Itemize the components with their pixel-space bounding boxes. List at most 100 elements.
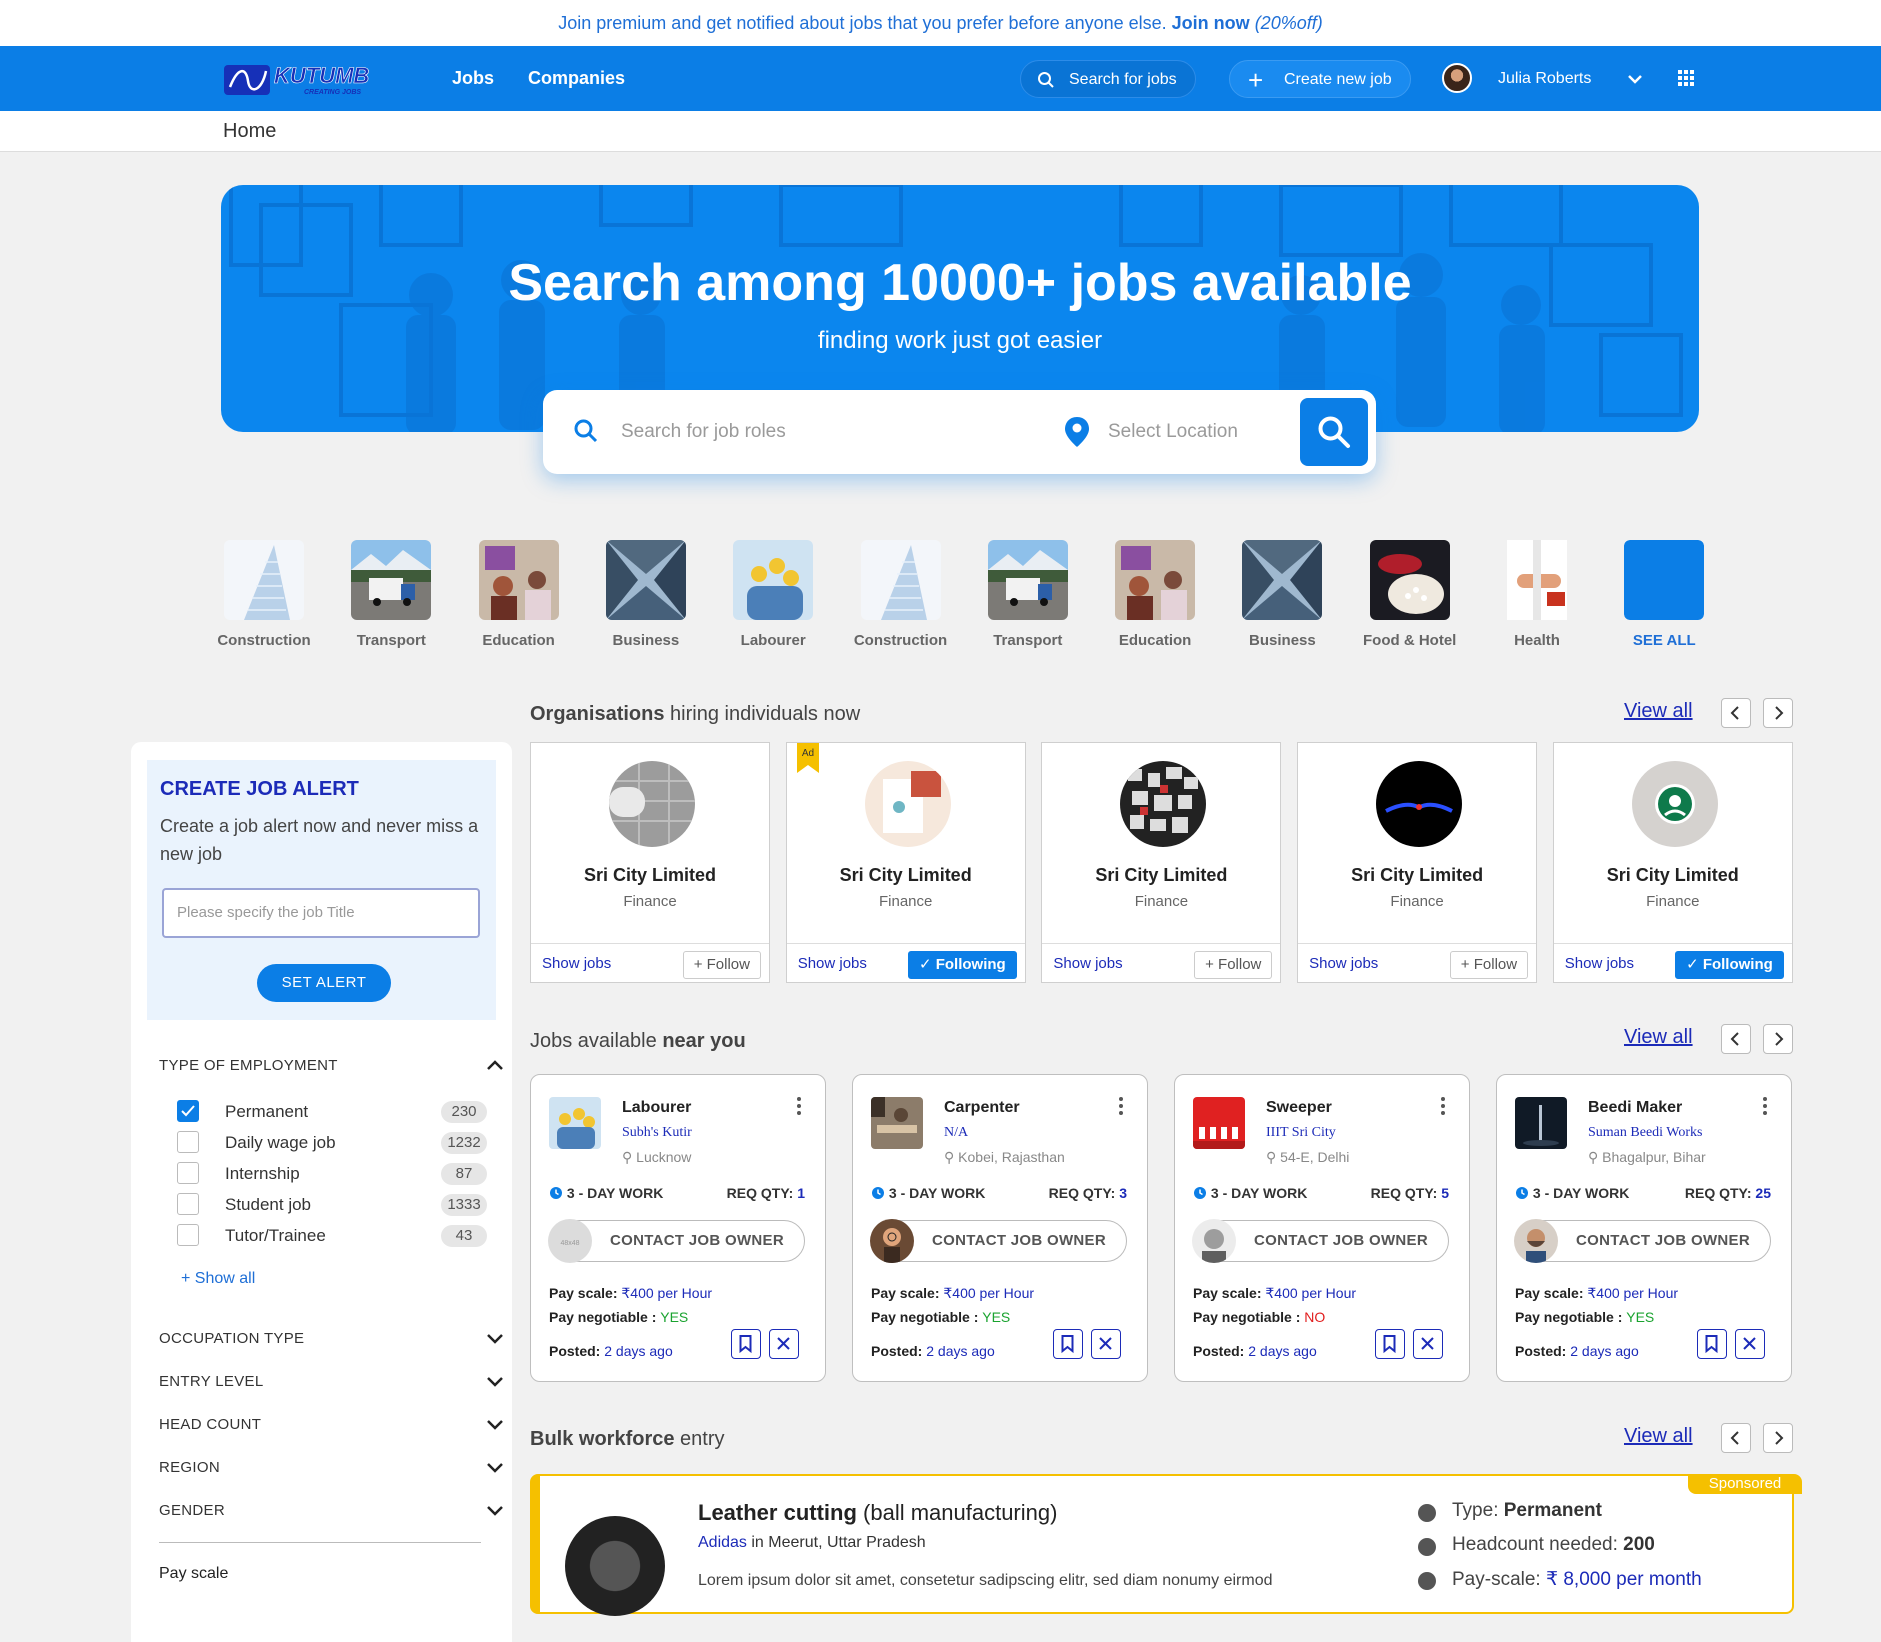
category-food-hotel[interactable]: Food & Hotel <box>1363 540 1456 649</box>
job-company[interactable]: Subh's Kutir <box>622 1125 692 1141</box>
checkbox[interactable] <box>177 1131 199 1153</box>
contact-owner-button[interactable]: CONTACT JOB OWNER <box>1514 1219 1771 1263</box>
chevron-up-icon[interactable] <box>485 1055 505 1075</box>
bookmark-button[interactable] <box>1697 1329 1727 1359</box>
filter-head-count[interactable]: HEAD COUNT <box>159 1416 503 1433</box>
dismiss-button[interactable] <box>1735 1329 1765 1359</box>
category-transport[interactable]: Transport <box>987 540 1068 649</box>
nav-jobs-link[interactable]: Jobs <box>452 46 494 111</box>
employment-filter-header[interactable]: TYPE OF EMPLOYMENT <box>159 1057 503 1074</box>
brand-logo[interactable]: KUTUMB CREATING JOBS <box>224 61 398 97</box>
job-title[interactable]: Beedi Maker <box>1588 1099 1682 1117</box>
category-education[interactable]: Education <box>478 540 559 649</box>
category-construction[interactable]: Construction <box>854 540 947 649</box>
orgs-next-button[interactable] <box>1763 698 1793 728</box>
job-card[interactable]: Carpenter N/A ⚲ Kobei, Rajasthan 3 - DAY W… <box>852 1074 1148 1382</box>
job-company[interactable]: Suman Beedi Works <box>1588 1125 1703 1141</box>
follow-button[interactable]: + Follow <box>1449 951 1529 979</box>
filter-occupation-type[interactable]: OCCUPATION TYPE <box>159 1330 503 1347</box>
breadcrumb[interactable]: Home <box>223 111 276 151</box>
set-alert-button[interactable]: SET ALERT <box>257 964 391 1002</box>
more-options-icon[interactable] <box>1119 1097 1123 1115</box>
app-grid-icon[interactable] <box>1678 70 1694 86</box>
chevron-down-icon[interactable] <box>485 1414 505 1434</box>
org-card[interactable]: Ad Sri City Limited Finance Show jobs ✓ Foll… <box>785 742 1026 983</box>
job-title[interactable]: Sweeper <box>1266 1099 1332 1117</box>
bulk-company-name[interactable]: Adidas <box>698 1534 747 1551</box>
employment-option[interactable]: Student job 1333 <box>177 1193 487 1217</box>
category-labourer[interactable]: Labourer <box>733 540 814 649</box>
bookmark-button[interactable] <box>731 1329 761 1359</box>
more-options-icon[interactable] <box>797 1097 801 1115</box>
show-jobs-link[interactable]: Show jobs <box>1309 955 1378 972</box>
orgs-prev-button[interactable] <box>1721 698 1751 728</box>
show-jobs-link[interactable]: Show jobs <box>1053 955 1122 972</box>
bulk-prev-button[interactable] <box>1721 1423 1751 1453</box>
job-title[interactable]: Carpenter <box>944 1099 1020 1117</box>
employment-option[interactable]: Internship 87 <box>177 1162 487 1186</box>
filter-gender[interactable]: GENDER <box>159 1502 503 1519</box>
chevron-down-icon[interactable] <box>485 1371 505 1391</box>
bulk-next-button[interactable] <box>1763 1423 1793 1453</box>
user-avatar[interactable] <box>1442 63 1472 93</box>
employment-option[interactable]: Daily wage job 1232 <box>177 1131 487 1155</box>
org-card[interactable]: Sri City Limited Finance Show jobs + Follow <box>1297 742 1538 983</box>
org-card[interactable]: Sri City Limited Finance Show jobs + Follow <box>1041 742 1282 983</box>
jobs-next-button[interactable] <box>1763 1024 1793 1054</box>
following-button[interactable]: ✓ Following <box>1675 951 1784 979</box>
bookmark-button[interactable] <box>1053 1329 1083 1359</box>
bulk-view-all-link[interactable]: View all <box>1624 1425 1693 1448</box>
contact-owner-button[interactable]: CONTACT JOB OWNER <box>870 1219 1127 1263</box>
show-jobs-link[interactable]: Show jobs <box>542 955 611 972</box>
category-education[interactable]: Education <box>1115 540 1196 649</box>
bulk-listing-card[interactable]: Sponsored Leather cutting (ball manufact… <box>530 1474 1802 1616</box>
checkbox[interactable] <box>177 1100 199 1122</box>
employment-option[interactable]: Tutor/Trainee 43 <box>177 1224 487 1248</box>
dismiss-button[interactable] <box>1413 1329 1443 1359</box>
show-all-link[interactable]: + Show all <box>181 1270 255 1288</box>
orgs-view-all-link[interactable]: View all <box>1624 700 1693 723</box>
job-company[interactable]: N/A <box>944 1125 968 1141</box>
checkbox[interactable] <box>177 1193 199 1215</box>
follow-button[interactable]: + Follow <box>682 951 761 979</box>
job-title[interactable]: Labourer <box>622 1099 691 1117</box>
user-name[interactable]: Julia Roberts <box>1498 46 1591 111</box>
category-construction[interactable]: Construction <box>217 540 311 649</box>
category-health[interactable]: Health <box>1497 540 1577 649</box>
location-input[interactable]: Select Location <box>1108 390 1238 474</box>
checkbox[interactable] <box>177 1162 199 1184</box>
create-job-button[interactable]: + Create new job <box>1229 60 1411 98</box>
job-company[interactable]: IIIT Sri City <box>1266 1125 1336 1141</box>
org-card[interactable]: Sri City Limited Finance Show jobs ✓ Follow… <box>1552 742 1793 983</box>
job-card[interactable]: Labourer Subh's Kutir ⚲ Lucknow 3 - DAY WO… <box>530 1074 826 1382</box>
show-jobs-link[interactable]: Show jobs <box>1565 955 1634 972</box>
chevron-down-icon[interactable] <box>1626 70 1644 88</box>
category-transport[interactable]: Transport <box>351 540 432 649</box>
following-button[interactable]: ✓ Following <box>907 951 1017 979</box>
pay-scale-filter[interactable]: Pay scale <box>159 1565 228 1583</box>
dismiss-button[interactable] <box>769 1329 799 1359</box>
nav-companies-link[interactable]: Companies <box>528 46 625 111</box>
more-options-icon[interactable] <box>1441 1097 1445 1115</box>
follow-button[interactable]: + Follow <box>1194 951 1273 979</box>
job-card[interactable]: Sweeper IIIT Sri City ⚲ 54-E, Delhi 3 - DA… <box>1174 1074 1470 1382</box>
chevron-down-icon[interactable] <box>485 1328 505 1348</box>
employment-option[interactable]: Permanent 230 <box>177 1100 487 1124</box>
jobs-prev-button[interactable] <box>1721 1024 1751 1054</box>
job-card[interactable]: Beedi Maker Suman Beedi Works ⚲ Bhagalpur,… <box>1496 1074 1792 1382</box>
category-see-all[interactable]: SEE ALL <box>1624 540 1705 649</box>
job-title-input[interactable]: Please specify the job Title <box>162 888 480 938</box>
org-card[interactable]: Sri City Limited Finance Show jobs + Follow <box>530 742 770 983</box>
chevron-down-icon[interactable] <box>485 1457 505 1477</box>
join-now-link[interactable]: Join now <box>1172 13 1250 33</box>
dismiss-button[interactable] <box>1091 1329 1121 1359</box>
category-business[interactable]: Business <box>1242 540 1323 649</box>
category-business[interactable]: Business <box>605 540 686 649</box>
bookmark-button[interactable] <box>1375 1329 1405 1359</box>
chevron-down-icon[interactable] <box>485 1500 505 1520</box>
nav-search-button[interactable]: Search for jobs <box>1020 60 1196 98</box>
filter-entry-level[interactable]: ENTRY LEVEL <box>159 1373 503 1390</box>
checkbox[interactable] <box>177 1224 199 1246</box>
contact-owner-button[interactable]: 48x48 CONTACT JOB OWNER <box>548 1219 805 1263</box>
show-jobs-link[interactable]: Show jobs <box>798 955 867 972</box>
